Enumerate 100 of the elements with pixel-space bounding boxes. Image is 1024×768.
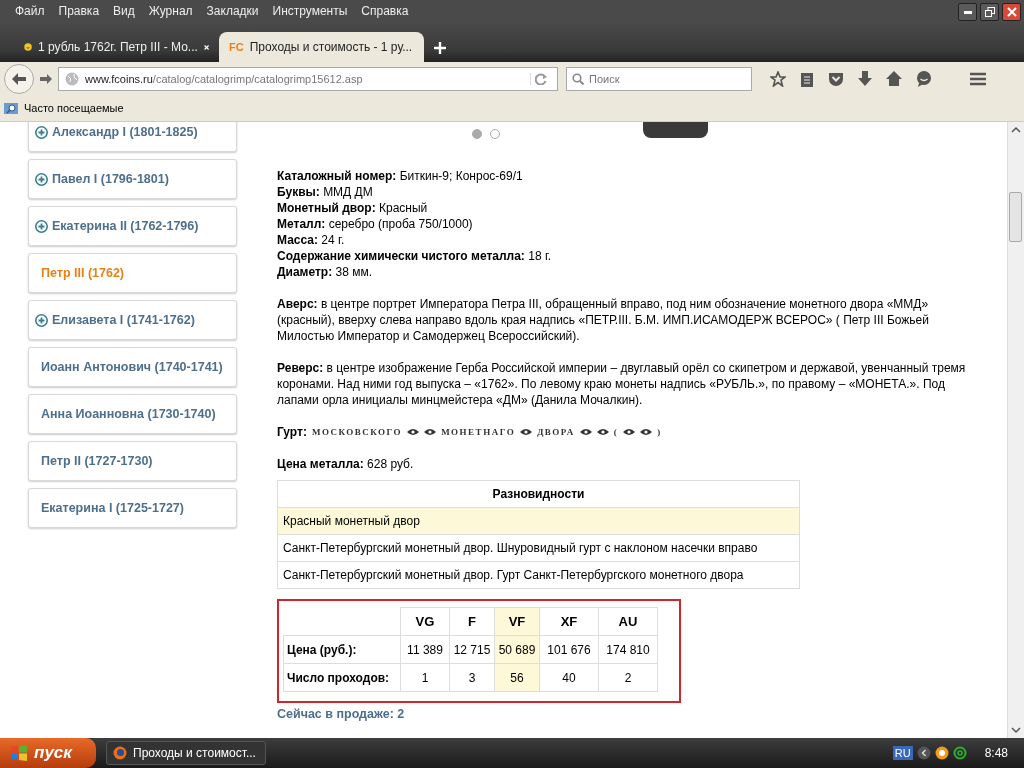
forward-arrow-icon [40, 73, 52, 84]
sidebar-item[interactable]: Екатерина II (1762-1796) [28, 206, 237, 246]
pocket-button[interactable] [828, 71, 844, 86]
property-line: Буквы: ММД ДМ [277, 184, 374, 200]
windows-flag-icon [10, 745, 28, 761]
chat-button[interactable] [916, 70, 932, 87]
plus-icon [434, 41, 446, 54]
on-sale-link[interactable]: Сейчас в продаже: 2 [277, 707, 405, 721]
download-button[interactable] [858, 70, 872, 87]
ring-icon [934, 746, 949, 760]
sidebar-item[interactable]: Екатерина I (1725-1727) [28, 488, 237, 528]
reload-icon [535, 72, 547, 85]
restore-button[interactable] [980, 3, 999, 21]
tab-title: 1 рубль 1762г. Петр III - Мо... [38, 40, 198, 54]
search-field[interactable]: Поиск [566, 66, 752, 91]
table-cell: 3 [449, 663, 495, 692]
metal-price: Цена металла: 628 руб. [277, 456, 415, 472]
forward-button[interactable] [40, 73, 52, 84]
table-header: Разновидности [277, 480, 800, 508]
ornament-icon [640, 428, 653, 436]
table-cell: 12 715 [449, 635, 495, 664]
star-icon [770, 70, 786, 87]
start-button[interactable]: пуск [0, 738, 96, 768]
pocket-icon [828, 71, 844, 86]
sidebar-item[interactable]: Петр II (1727-1730) [28, 441, 237, 481]
tab-title: Проходы и стоимость - 1 ру... [249, 40, 413, 54]
close-icon [203, 42, 209, 52]
address-field[interactable]: www.fcoins.ru/catalog/catalogrimp/catalogrimp15612.asp [58, 66, 558, 91]
restore-icon [984, 7, 995, 17]
minimize-button[interactable] [958, 3, 977, 21]
smiley-icon [24, 40, 33, 54]
taskbar-task[interactable]: Проходы и стоимост... [106, 741, 266, 765]
row-label: Число проходов: [283, 663, 401, 692]
close-button[interactable] [1002, 3, 1021, 21]
grade-header: VF [494, 607, 540, 636]
menu-button[interactable] [970, 71, 986, 86]
clock: 8:48 [984, 746, 1008, 760]
edge-lettering: МОСКОВСКОГО [311, 426, 403, 439]
menu-item[interactable]: Вид [106, 4, 142, 18]
site-logo: FC [229, 41, 244, 53]
menu-item[interactable]: Файл [8, 4, 52, 18]
download-arrow-icon [858, 70, 872, 87]
expand-plus-icon [35, 172, 48, 186]
sidebar-item[interactable]: Елизавета I (1741-1762) [28, 300, 237, 340]
grade-header: F [449, 607, 495, 636]
back-button[interactable] [4, 63, 34, 94]
edge-lettering: МОНЕТНАГО [441, 426, 516, 439]
table-cell: 2 [598, 663, 658, 692]
table-cell: 174 810 [598, 635, 658, 664]
table-cell: 40 [539, 663, 599, 692]
expand-plus-icon [35, 219, 48, 233]
ornament-icon [623, 428, 636, 436]
grade-header: VG [400, 607, 450, 636]
folder-search-icon [4, 101, 18, 115]
bookmark-star-button[interactable] [770, 70, 786, 87]
ornament-icon [520, 428, 533, 436]
sidebar-item[interactable]: Иоанн Антонович (1740-1741) [28, 347, 237, 387]
scrollbar[interactable] [1007, 122, 1024, 738]
scroll-thumb[interactable] [1009, 192, 1022, 242]
bookmark-item[interactable]: Часто посещаемые [4, 101, 124, 115]
variety-row[interactable]: Санкт-Петербургский монетный двор. Гурт Санкт-Петербургского монетного двора [277, 561, 800, 589]
property-line: Металл: серебро (проба 750/1000) [277, 216, 474, 232]
menu-icon [970, 71, 986, 86]
menu-item[interactable]: Закладки [199, 4, 266, 18]
globe-icon [65, 71, 79, 86]
sidebar-item[interactable]: Анна Иоанновна (1730-1740) [28, 394, 237, 434]
browser-tab[interactable]: 1 рубль 1762г. Петр III - Мо... [14, 32, 219, 62]
variety-row[interactable]: Санкт-Петербургский монетный двор. Шнуровидный гурт с наклоном насечки вправо [277, 534, 800, 562]
ornament-icon [424, 428, 437, 436]
property-line: Содержание химически чистого металла: 18 г. [277, 248, 553, 264]
bookmark-label: Часто посещаемые [24, 102, 124, 114]
table-cell: 11 389 [400, 635, 450, 664]
menu-item[interactable]: Правка [51, 4, 107, 18]
browser-tab[interactable]: FC Проходы и стоимость - 1 ру... [219, 32, 424, 62]
sidebar-item[interactable]: Павел I (1796-1801) [28, 159, 237, 199]
home-button[interactable] [886, 71, 902, 86]
clipboard-icon [800, 70, 814, 87]
search-icon [572, 72, 584, 85]
slider-button[interactable] [643, 122, 708, 138]
grade-header: XF [539, 607, 599, 636]
variety-row[interactable]: Красный монетный двор [277, 507, 800, 535]
grade-header: AU [598, 607, 658, 636]
smiley-bubble-icon [916, 70, 932, 87]
menu-item[interactable]: Инструменты [265, 4, 355, 18]
carousel-dot[interactable] [472, 129, 482, 139]
edge-label: Гурт: [277, 424, 307, 440]
table-cell: 1 [400, 663, 450, 692]
reading-list-button[interactable] [800, 70, 814, 87]
language-indicator[interactable]: RU [892, 746, 913, 760]
expand-plus-icon [35, 313, 48, 327]
home-icon [886, 71, 902, 86]
ornament-icon [407, 428, 420, 436]
back-arrow-icon [12, 72, 26, 85]
row-label: Цена (руб.): [283, 635, 401, 664]
menu-item[interactable]: Справка [354, 4, 416, 18]
table-cell: 101 676 [539, 635, 599, 664]
carousel-dot[interactable] [490, 129, 500, 139]
sidebar-item[interactable]: Александр I (1801-1825) [28, 122, 237, 152]
edge-lettering: ) [657, 426, 662, 439]
menu-item[interactable]: Журнал [141, 4, 200, 18]
